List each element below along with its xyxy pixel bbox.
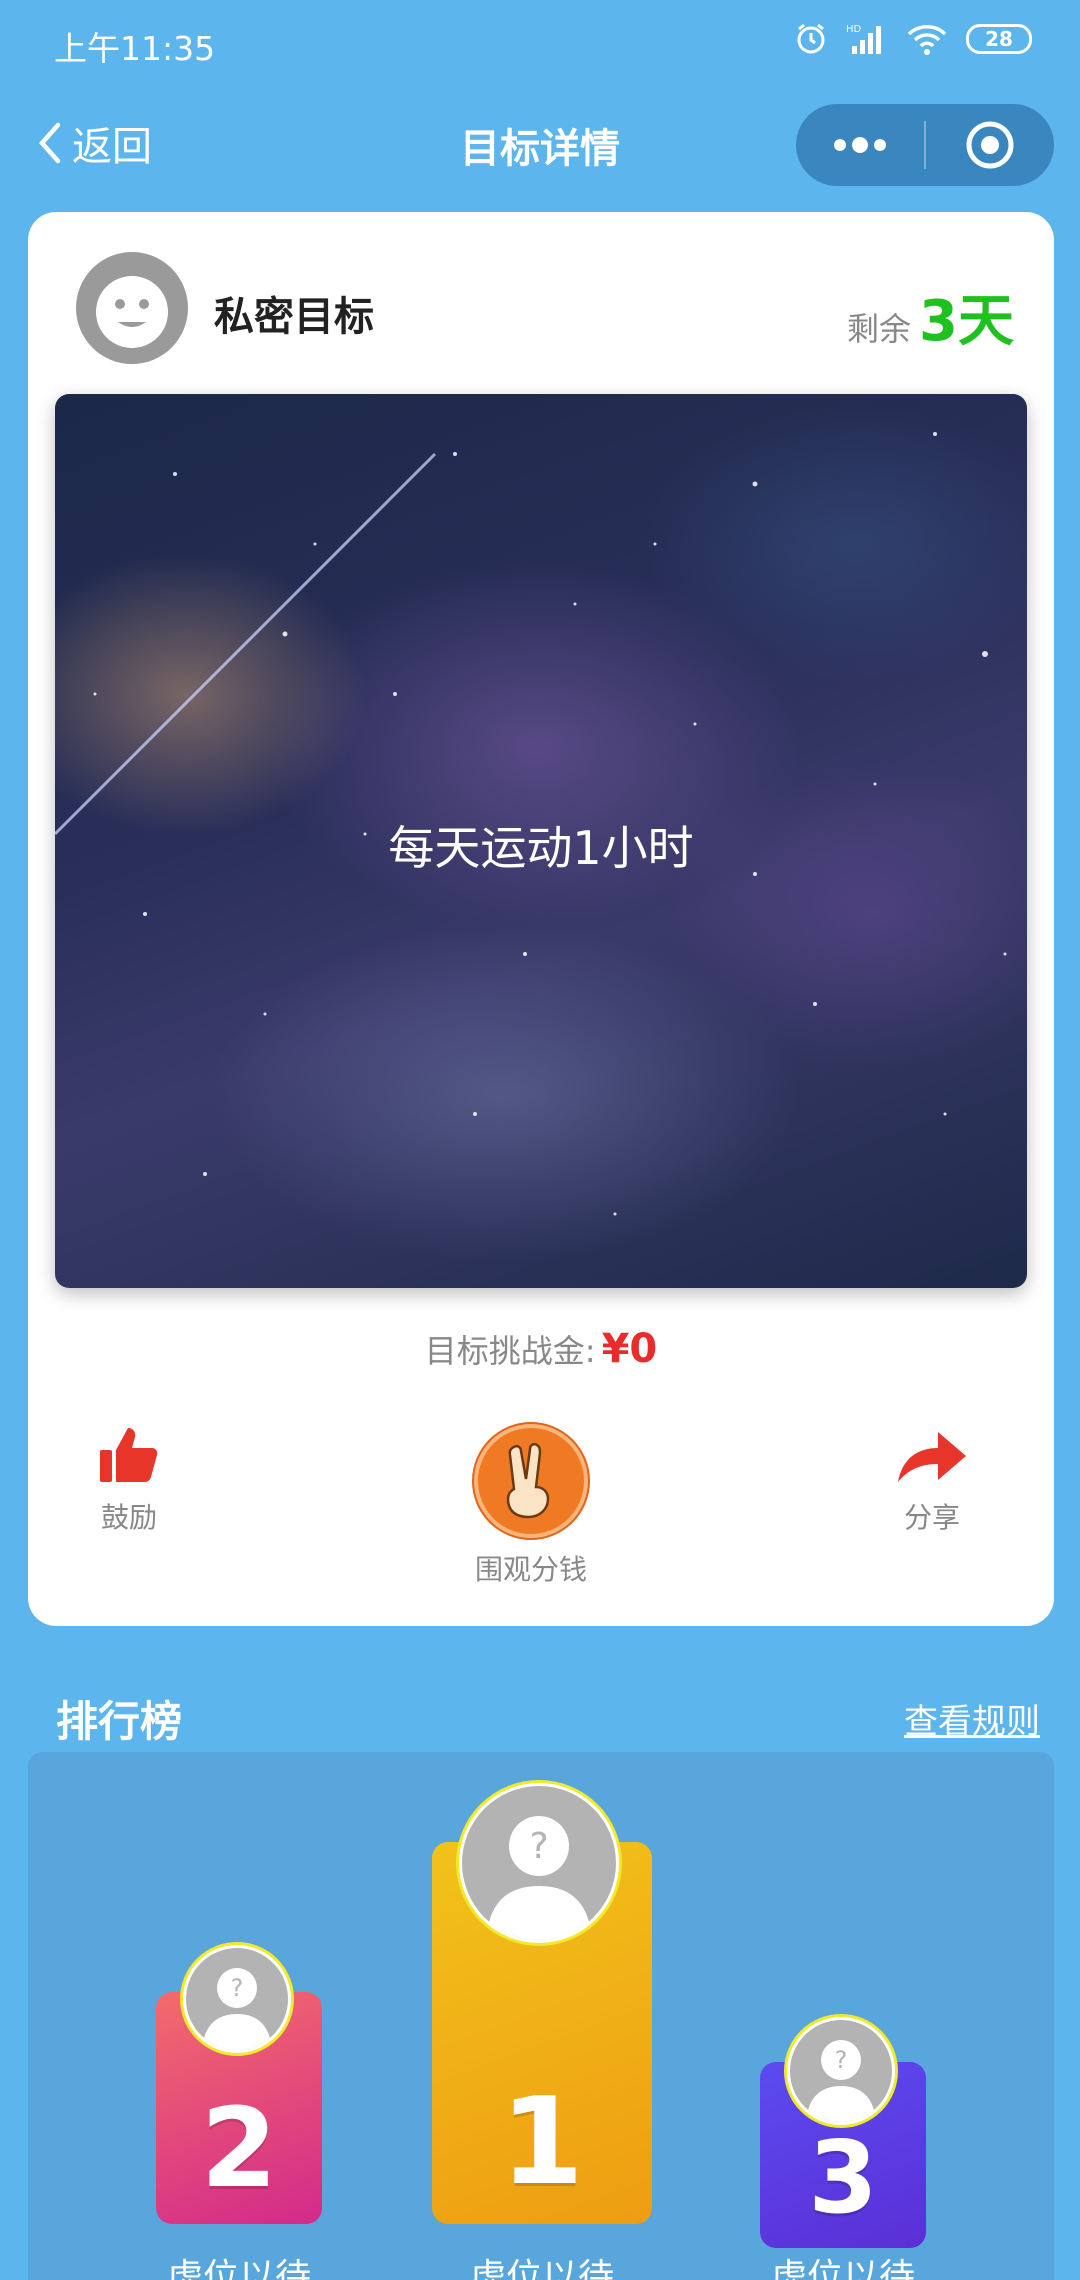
peace-hand-icon xyxy=(474,1424,588,1538)
rank-3-name: 虚位以待 xyxy=(770,2257,915,2280)
bounty-value: ¥0 xyxy=(601,1326,658,1372)
rank-number: 2 xyxy=(200,2084,278,2212)
svg-text:?: ? xyxy=(529,1826,548,1867)
rank-number: 3 xyxy=(808,2119,878,2236)
target-circle-icon xyxy=(966,121,1014,169)
share-arrow-icon xyxy=(898,1432,966,1482)
watch-share-money-button[interactable]: 围观分钱 xyxy=(474,1424,588,1588)
goal-hero-image: 每天运动1小时 xyxy=(55,394,1027,1288)
avatar xyxy=(76,252,188,364)
leaderboard-title: 排行榜 xyxy=(56,1697,183,1746)
remain-value: 3天 xyxy=(919,289,1014,354)
close-miniprogram-button[interactable] xyxy=(926,104,1054,186)
share-button[interactable]: 分享 xyxy=(894,1424,970,1536)
svg-text:?: ? xyxy=(835,2046,848,2074)
avatar-rank-1[interactable]: ? xyxy=(456,1780,622,1946)
leaderboard-podium: 2 ? 虚位以待 1 ? 虚位以待 3 ? 虚位以待 xyxy=(28,1752,1054,2280)
rank-1-name: 虚位以待 xyxy=(469,2257,614,2280)
bounty-label: 目标挑战金: xyxy=(424,1332,596,1370)
nav-bar: 返回 目标详情 xyxy=(0,100,1080,190)
view-rules-link[interactable]: 查看规则 xyxy=(904,1694,1040,1743)
battery-indicator: 28 xyxy=(966,24,1032,54)
thumbs-up-icon xyxy=(100,1428,158,1482)
remain-label: 剩余 xyxy=(847,310,912,348)
encourage-label: 鼓励 xyxy=(100,1501,157,1534)
avatar-rank-3[interactable]: ? xyxy=(784,2014,898,2128)
rank-number: 1 xyxy=(500,2073,584,2212)
wifi-icon xyxy=(907,25,947,55)
status-time: 上午11:35 xyxy=(54,29,216,68)
more-button[interactable] xyxy=(796,104,924,186)
rank-2-name: 虚位以待 xyxy=(166,2257,311,2280)
goal-owner-title: 私密目标 xyxy=(214,294,374,340)
status-bar: 上午11:35 HD 28 xyxy=(0,0,1080,90)
svg-text:?: ? xyxy=(231,1974,244,2002)
svg-text:HD: HD xyxy=(846,24,862,35)
avatar-rank-2[interactable]: ? xyxy=(180,1942,294,2056)
miniprogram-capsule xyxy=(796,104,1054,186)
share-label: 分享 xyxy=(903,1501,960,1534)
encourage-button[interactable]: 鼓励 xyxy=(98,1424,160,1536)
goal-description: 每天运动1小时 xyxy=(388,821,694,875)
alarm-icon xyxy=(797,23,825,54)
status-icons: HD 28 xyxy=(794,22,1032,56)
challenge-bounty: 目标挑战金: ¥0 xyxy=(28,1326,1054,1372)
goal-card: 私密目标 剩余 3天 每天运动1小时 目标挑战金: ¥0 鼓励 围观分钱 分享 xyxy=(28,212,1054,1626)
more-dots-icon xyxy=(834,137,886,153)
watch-label: 围观分钱 xyxy=(474,1553,587,1586)
remaining-days: 剩余 3天 xyxy=(847,276,1014,357)
signal-icon: HD xyxy=(846,24,881,54)
